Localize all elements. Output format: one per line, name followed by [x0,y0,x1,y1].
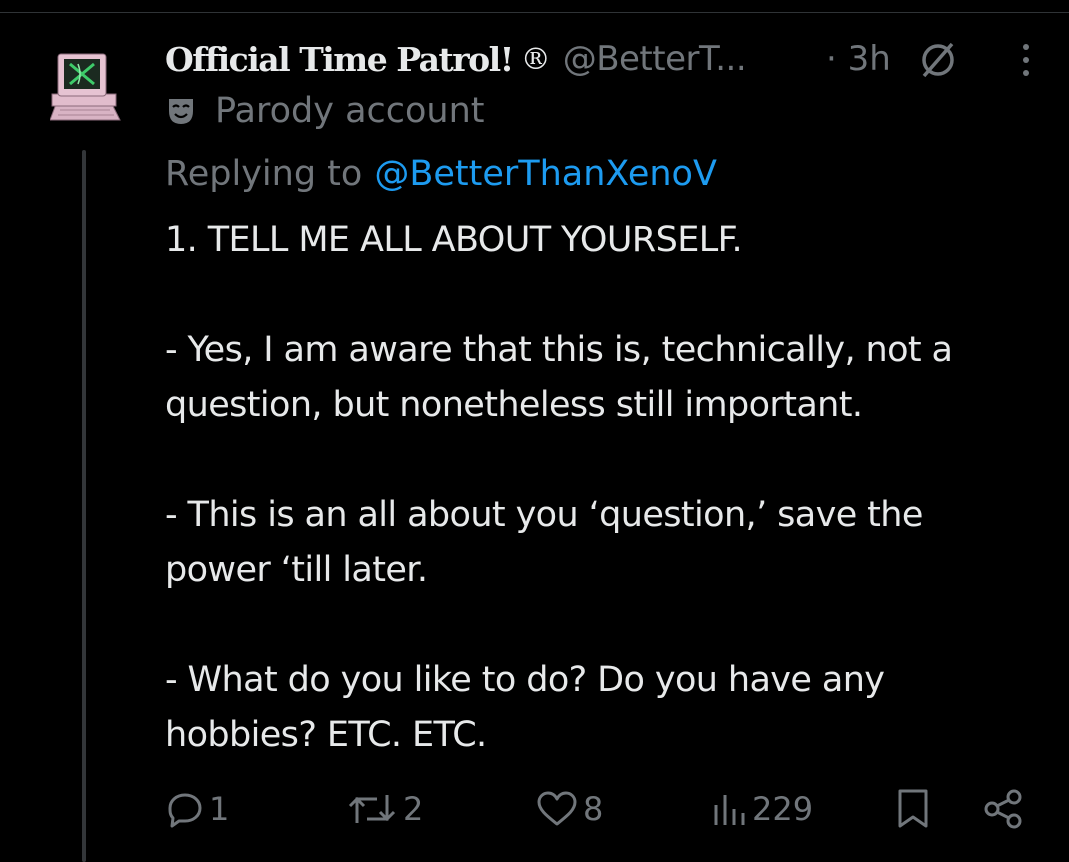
avatar[interactable] [49,50,122,128]
retro-computer-icon [49,53,121,121]
bookmark-icon [898,789,928,828]
replying-prefix: Replying to [165,154,363,194]
post-text-line: - This is an all about you ‘question,’ s… [165,495,923,535]
views-icon [714,795,745,825]
post-text-line: - Yes, I am aware that this is, technica… [165,330,953,370]
more-options-icon[interactable] [1013,40,1039,80]
repost-count: 2 [403,790,424,828]
heart-icon [537,791,577,826]
action-bar: 1 2 8 229 [0,783,1069,835]
share-icon [984,789,1022,829]
post-time[interactable]: · 3h [826,34,891,84]
replying-handle-link[interactable]: @BetterThanXenoV [374,154,717,194]
display-name[interactable]: Official Time Patrol! [165,40,514,79]
registered-mark: ® [520,41,551,77]
post-text: 1. TELL ME ALL ABOUT YOURSELF. - Yes, I … [165,213,1060,763]
post-text-line: power ‘till later. [165,550,428,590]
top-divider [0,12,1069,13]
repost-icon [348,795,396,823]
theater-mask-icon [169,99,193,124]
replying-to: Replying to @BetterThanXenoV [165,150,717,198]
bookmark-button[interactable] [895,783,931,835]
repost-button[interactable]: 2 [345,783,423,835]
share-button[interactable] [981,783,1025,835]
post-header: Official Time Patrol! ® @BetterT... [165,34,747,84]
post-text-line: - What do you like to do? Do you have an… [165,660,885,700]
reply-button[interactable]: 1 [165,783,229,835]
post-text-line: 1. TELL ME ALL ABOUT YOURSELF. [165,220,743,260]
like-button[interactable]: 8 [535,783,603,835]
reply-count: 1 [209,790,230,828]
parody-label: Parody account [215,91,485,131]
thread-line [82,150,86,862]
reply-icon [168,793,202,828]
post-text-line: hobbies? ETC. ETC. [165,715,487,755]
post-text-line: question, but nonetheless still importan… [165,385,863,425]
user-handle[interactable]: @BetterT... [563,39,747,79]
like-count: 8 [583,790,604,828]
parody-label-row: Parody account [165,88,485,134]
no-sign-icon [915,37,961,83]
views-button[interactable]: 229 [712,783,813,835]
view-count: 229 [752,790,814,828]
